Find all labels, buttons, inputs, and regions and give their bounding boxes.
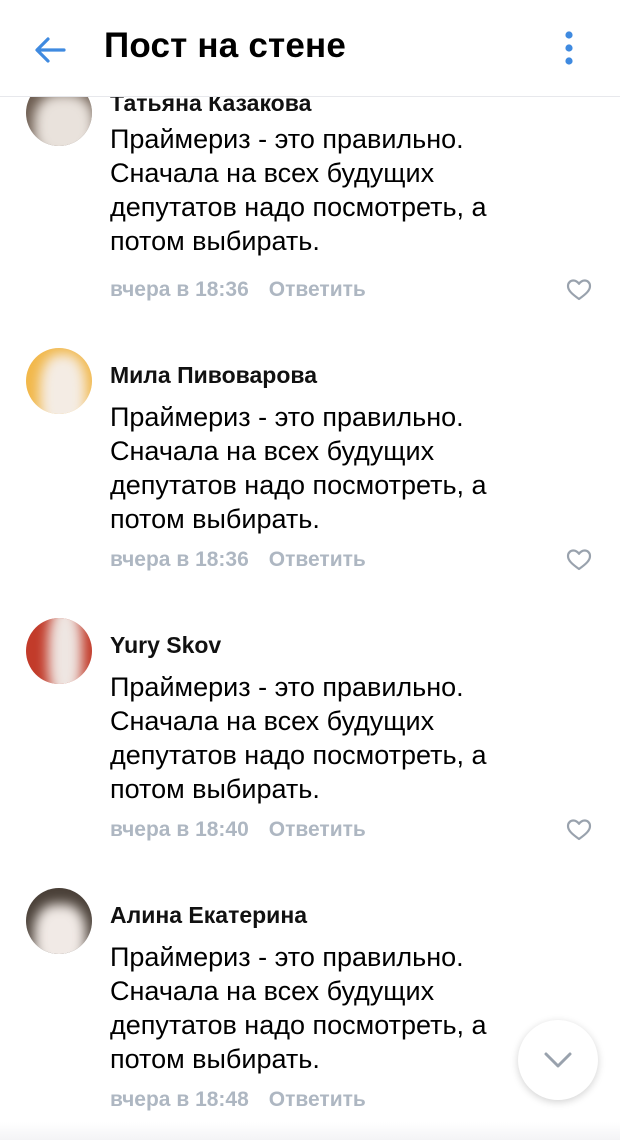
top-bar: Пост на стене — [0, 0, 620, 97]
avatar[interactable] — [26, 888, 92, 954]
comment-text: Праймериз - это правильно. Сначала на вс… — [110, 672, 487, 804]
reply-button[interactable]: Ответить — [269, 548, 366, 571]
scroll-down-button[interactable] — [518, 1020, 598, 1100]
like-button[interactable] — [566, 548, 592, 572]
bottom-bar-edge — [0, 1122, 620, 1140]
comments-list: Татьяна Казакова Праймериз - это правиль… — [0, 96, 620, 1140]
comment-time: вчера в 18:36 — [110, 548, 249, 571]
more-menu-button[interactable] — [552, 26, 586, 70]
comment-meta: вчера в 18:48 Ответить — [110, 1088, 366, 1112]
comment-meta: вчера в 18:40 Ответить — [110, 818, 366, 842]
comment-author[interactable]: Татьяна Казакова — [110, 96, 311, 117]
avatar[interactable] — [26, 618, 92, 684]
reply-button[interactable]: Ответить — [269, 818, 366, 841]
avatar[interactable] — [26, 348, 92, 414]
more-vertical-icon — [565, 31, 573, 65]
comment-author[interactable]: Алина Екатерина — [110, 902, 307, 929]
heart-outline-icon — [566, 819, 592, 841]
comment-text: Праймериз - это правильно. Сначала на вс… — [110, 942, 487, 1074]
heart-outline-icon — [566, 549, 592, 571]
comment-text: Праймериз - это правильно. Сначала на вс… — [110, 402, 487, 534]
comment-time: вчера в 18:40 — [110, 818, 249, 841]
back-button[interactable] — [28, 28, 72, 72]
avatar[interactable] — [26, 96, 92, 146]
reply-button[interactable]: Ответить — [269, 1088, 366, 1111]
comment-meta: вчера в 18:36 Ответить — [110, 548, 366, 572]
comment-author[interactable]: Yury Skov — [110, 632, 221, 659]
reply-button[interactable]: Ответить — [269, 278, 366, 301]
comment-text: Праймериз - это правильно. Сначала на вс… — [110, 124, 487, 256]
like-button[interactable] — [566, 278, 592, 302]
heart-outline-icon — [566, 279, 592, 301]
comment-time: вчера в 18:36 — [110, 278, 249, 301]
arrow-left-icon — [35, 37, 66, 63]
comment-author[interactable]: Мила Пивоварова — [110, 362, 317, 389]
chevron-down-icon — [544, 1052, 572, 1068]
page-title: Пост на стене — [104, 26, 347, 65]
comment-meta: вчера в 18:36 Ответить — [110, 278, 366, 302]
comment-time: вчера в 18:48 — [110, 1088, 249, 1111]
like-button[interactable] — [566, 818, 592, 842]
